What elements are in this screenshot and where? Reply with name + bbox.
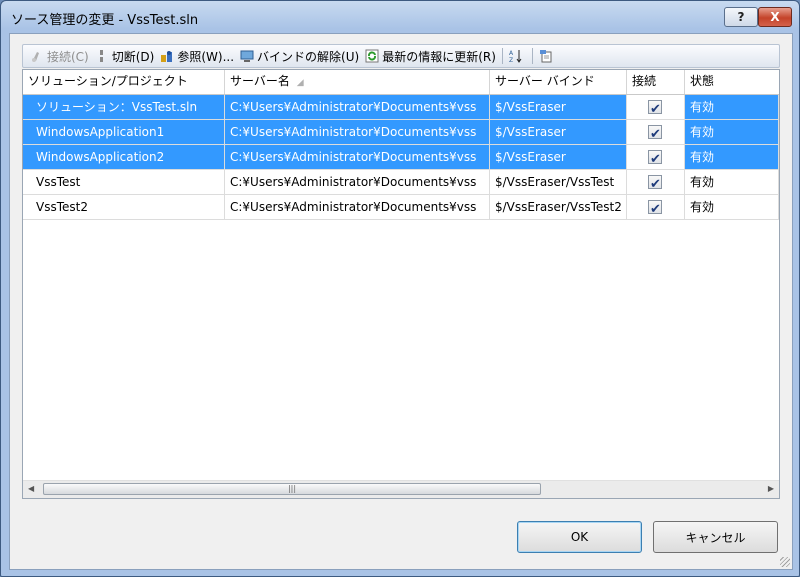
cell-solution-project: VssTest2 [23, 195, 225, 220]
cell-connected [627, 170, 685, 195]
scrollbar-thumb[interactable]: ||| [43, 483, 541, 495]
help-button[interactable]: ? [724, 7, 758, 27]
column-header-server-name[interactable]: サーバー名 ◢ [225, 70, 490, 94]
sort-ascending-icon: ◢ [296, 78, 304, 88]
sort-icon: AZ [509, 49, 523, 64]
properties-button[interactable] [536, 46, 559, 66]
cell-solution-project: VssTest [23, 170, 225, 195]
svg-text:A: A [509, 50, 514, 57]
scroll-left-icon[interactable]: ◀ [28, 484, 34, 493]
connect-label: 接続(C) [47, 49, 89, 64]
close-button[interactable]: X [758, 7, 792, 27]
connected-checkbox[interactable] [648, 123, 662, 144]
title-bar[interactable]: ソース管理の変更 - VssTest.sln ? X [1, 1, 799, 33]
connected-checkbox[interactable] [648, 98, 662, 119]
cell-server-name: C:¥Users¥Administrator¥Documents¥vss [225, 120, 490, 145]
cell-status: 有効 [685, 170, 779, 195]
cell-server-binding: $/VssEraser [490, 145, 627, 170]
table-row[interactable]: WindowsApplication2 C:¥Users¥Administrato… [23, 145, 779, 170]
cell-connected [627, 95, 685, 120]
table-row[interactable]: VssTest2 C:¥Users¥Administrator¥Documents… [23, 195, 779, 220]
refresh-label: 最新の情報に更新(R) [382, 49, 496, 64]
cell-server-name: C:¥Users¥Administrator¥Documents¥vss [225, 95, 490, 120]
bindings-grid[interactable]: ソリューション/プロジェクト サーバー名 ◢ サーバー バインド 接続 状態 ソ… [22, 69, 780, 499]
cell-status: 有効 [685, 120, 779, 145]
sort-button[interactable]: AZ [506, 46, 529, 66]
properties-icon [539, 49, 553, 63]
disconnect-label: 切断(D) [111, 49, 155, 64]
cell-status: 有効 [685, 95, 779, 120]
dialog-client: 接続(C) 切断(D) 参照(W)... バインドの解除(U) 最新の情報に更新… [9, 33, 793, 570]
column-header-status[interactable]: 状態 [685, 70, 779, 94]
disconnect-button[interactable]: 切断(D) [92, 46, 158, 66]
cell-connected [627, 145, 685, 170]
svg-text:Z: Z [509, 57, 513, 63]
connect-icon [30, 49, 44, 63]
connected-checkbox[interactable] [648, 173, 662, 194]
cell-status: 有効 [685, 195, 779, 220]
horizontal-scrollbar[interactable]: ◀ ||| ▶ [23, 480, 779, 498]
server-name-header-label: サーバー名 [230, 74, 290, 88]
column-header-connected[interactable]: 接続 [627, 70, 685, 94]
cancel-button[interactable]: キャンセル [653, 521, 778, 553]
cell-server-name: C:¥Users¥Administrator¥Documents¥vss [225, 195, 490, 220]
table-row[interactable]: VssTest C:¥Users¥Administrator¥Documents¥… [23, 170, 779, 195]
table-row[interactable]: ソリューション：VssTest.sln C:¥Users¥Administrato… [23, 95, 779, 120]
cell-solution-project: WindowsApplication2 [23, 145, 225, 170]
dialog-window: ソース管理の変更 - VssTest.sln ? X 接続(C) 切断(D) 参… [0, 0, 800, 577]
refresh-icon [365, 49, 379, 63]
browse-button[interactable]: 参照(W)... [157, 46, 237, 66]
toolbar: 接続(C) 切断(D) 参照(W)... バインドの解除(U) 最新の情報に更新… [22, 44, 780, 68]
grid-header: ソリューション/プロジェクト サーバー名 ◢ サーバー バインド 接続 状態 [23, 70, 779, 95]
window-title: ソース管理の変更 - VssTest.sln [11, 13, 199, 28]
scroll-right-icon[interactable]: ▶ [768, 484, 774, 493]
cell-solution-project: WindowsApplication1 [23, 120, 225, 145]
cell-server-name: C:¥Users¥Administrator¥Documents¥vss [225, 145, 490, 170]
ok-button[interactable]: OK [517, 521, 642, 553]
cell-server-binding: $/VssEraser/VssTest2 [490, 195, 627, 220]
cell-server-name: C:¥Users¥Administrator¥Documents¥vss [225, 170, 490, 195]
cell-server-binding: $/VssEraser [490, 120, 627, 145]
column-header-solution-project[interactable]: ソリューション/プロジェクト [23, 70, 225, 94]
unbind-button[interactable]: バインドの解除(U) [237, 46, 362, 66]
cell-server-binding: $/VssEraser [490, 95, 627, 120]
toolbar-separator [501, 48, 503, 64]
cell-connected [627, 120, 685, 145]
connected-checkbox[interactable] [648, 148, 662, 169]
connected-checkbox[interactable] [648, 198, 662, 219]
browse-label: 参照(W)... [177, 49, 235, 64]
connect-button[interactable]: 接続(C) [27, 46, 92, 66]
unbind-label: バインドの解除(U) [257, 49, 360, 64]
cell-status: 有効 [685, 145, 779, 170]
refresh-button[interactable]: 最新の情報に更新(R) [362, 46, 499, 66]
disconnect-icon [95, 49, 109, 63]
browse-icon [160, 49, 174, 63]
column-header-server-binding[interactable]: サーバー バインド [490, 70, 627, 94]
unbind-icon [240, 49, 254, 63]
cell-solution-project: ソリューション：VssTest.sln [23, 95, 225, 120]
cell-connected [627, 195, 685, 220]
toolbar-separator [531, 48, 533, 64]
table-row[interactable]: WindowsApplication1 C:¥Users¥Administrato… [23, 120, 779, 145]
cell-server-binding: $/VssEraser/VssTest [490, 170, 627, 195]
resize-grip-icon[interactable] [780, 557, 790, 567]
